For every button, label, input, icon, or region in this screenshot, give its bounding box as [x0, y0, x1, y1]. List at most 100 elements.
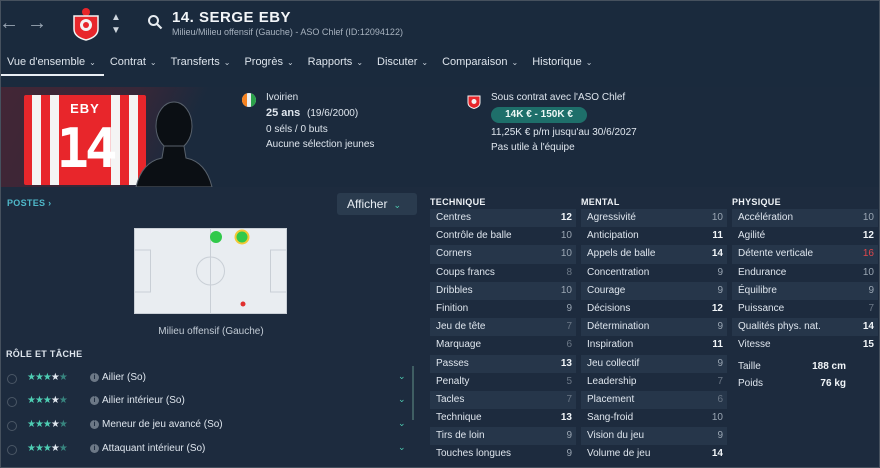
- attribute-name: Touches longues: [436, 448, 512, 460]
- tab-history[interactable]: Historique ⌄: [526, 54, 600, 76]
- age: 25 ans: [266, 107, 301, 119]
- club-crest-icon[interactable]: [71, 7, 101, 41]
- attribute-row[interactable]: Anticipation 11: [581, 227, 727, 246]
- search-icon[interactable]: [147, 14, 163, 30]
- position-marker-inner: [236, 231, 248, 243]
- attribute-value: 6: [717, 393, 723, 405]
- attribute-value: 14: [711, 248, 723, 260]
- role-select-radio[interactable]: [7, 445, 17, 455]
- attribute-name: Contrôle de balle: [436, 230, 512, 242]
- chevron-up-icon[interactable]: ▲: [111, 13, 121, 23]
- attribute-row[interactable]: Finition 9: [430, 299, 576, 319]
- attribute-name: Placement: [587, 393, 635, 405]
- chevron-down-icon[interactable]: ⌄: [398, 394, 406, 405]
- attribute-value: 13: [560, 357, 572, 369]
- value-range-badge[interactable]: 14K € - 150K €: [491, 107, 587, 123]
- tab-discuss[interactable]: Discuter ⌄: [371, 54, 436, 76]
- attribute-value: 12: [711, 302, 723, 314]
- attribute-name: Tirs de loin: [436, 430, 485, 442]
- height-label: Taille: [738, 361, 761, 372]
- chevron-right-icon: ›: [48, 198, 52, 208]
- tab-transfers[interactable]: Transferts ⌄: [165, 54, 239, 76]
- attribute-row[interactable]: Accélération 10: [732, 209, 878, 228]
- attribute-value: 9: [566, 430, 572, 442]
- tab-reports[interactable]: Rapports ⌄: [302, 54, 371, 76]
- roles-scrollbar[interactable]: [412, 366, 414, 420]
- attribute-value: 10: [560, 284, 572, 296]
- role-select-radio[interactable]: [7, 421, 17, 431]
- attribute-row[interactable]: Courage 9: [581, 281, 727, 300]
- attribute-row[interactable]: Détermination 9: [581, 318, 727, 337]
- role-row[interactable]: ★★★★★ i Meneur de jeu avancé (So) ⌄: [1, 417, 413, 437]
- attribute-row[interactable]: Détente verticale 16: [732, 245, 878, 264]
- attribute-value: 7: [566, 393, 572, 405]
- attribute-row[interactable]: Coups francs 8: [430, 263, 576, 282]
- chevron-down-icon: ⌄: [393, 200, 402, 210]
- attribute-name: Tacles: [436, 393, 465, 405]
- attribute-row[interactable]: Appels de balle 14: [581, 245, 727, 264]
- chevron-down-icon: ⌄: [149, 58, 157, 67]
- attribute-row[interactable]: Volume de jeu 14: [581, 445, 727, 464]
- tab-overview[interactable]: Vue d'ensemble ⌄: [1, 54, 104, 76]
- youth-selection: Aucune sélection jeunes: [266, 139, 375, 150]
- height-value: 188 cm: [812, 361, 846, 372]
- player-subtitle: Milieu/Milieu offensif (Gauche) - ASO Ch…: [172, 27, 403, 37]
- role-row[interactable]: ★★★★★ i Attaquant intérieur (So) ⌄: [1, 441, 413, 461]
- info-icon[interactable]: i: [90, 373, 99, 382]
- attribute-row[interactable]: Jeu collectif 9: [581, 354, 727, 373]
- attribute-row[interactable]: Touches longues 9: [430, 445, 576, 464]
- attribute-value: 9: [717, 284, 723, 296]
- role-select-radio[interactable]: [7, 374, 17, 384]
- attribute-name: Passes: [436, 357, 469, 369]
- attribute-row[interactable]: Vitesse 15: [732, 336, 878, 355]
- info-icon[interactable]: i: [90, 444, 99, 453]
- chevron-down-icon: ⌄: [223, 58, 231, 67]
- role-row[interactable]: ★★★★★ i Ailier (So) ⌄: [1, 370, 413, 390]
- attribute-row[interactable]: Qualités phys. nat. 14: [732, 318, 878, 337]
- attribute-row[interactable]: Tirs de loin 9: [430, 427, 576, 446]
- chevron-down-icon[interactable]: ▼: [111, 26, 121, 36]
- chevron-down-icon[interactable]: ⌄: [398, 442, 406, 453]
- chevron-down-icon[interactable]: ⌄: [398, 418, 406, 429]
- attribute-row[interactable]: Tacles 7: [430, 390, 576, 410]
- attribute-row[interactable]: Puissance 7: [732, 299, 878, 319]
- attribute-row[interactable]: Marquage 6: [430, 336, 576, 355]
- attribute-row[interactable]: Dribbles 10: [430, 281, 576, 300]
- attribute-row[interactable]: Contrôle de balle 10: [430, 227, 576, 246]
- chevron-down-icon: ⌄: [511, 58, 519, 67]
- positions-heading[interactable]: POSTES ›: [7, 198, 51, 208]
- attribute-row[interactable]: Vision du jeu 9: [581, 427, 727, 446]
- role-row[interactable]: ★★★★★ i Ailier intérieur (So) ⌄: [1, 393, 413, 413]
- info-icon[interactable]: i: [90, 420, 99, 429]
- info-icon[interactable]: i: [90, 396, 99, 405]
- attribute-row[interactable]: Technique 13: [430, 409, 576, 428]
- technique-rows: Centres 12 Contrôle de balle 10 Corners 10 Cou…: [430, 209, 576, 464]
- tab-comparison[interactable]: Comparaison ⌄: [436, 54, 526, 76]
- show-dropdown[interactable]: Afficher ⌄: [337, 193, 417, 215]
- back-arrow-icon[interactable]: ←: [1, 13, 19, 33]
- birthdate: (19/6/2000): [307, 108, 359, 119]
- attribute-name: Leadership: [587, 375, 637, 387]
- attribute-row[interactable]: Équilibre 9: [732, 281, 878, 300]
- attribute-row[interactable]: Agilité 12: [732, 227, 878, 246]
- attribute-row[interactable]: Inspiration 11: [581, 336, 727, 355]
- attribute-row[interactable]: Agressivité 10: [581, 209, 727, 228]
- attribute-row[interactable]: Sang-froid 10: [581, 409, 727, 428]
- attribute-value: 16: [862, 248, 874, 260]
- attribute-row[interactable]: Concentration 9: [581, 263, 727, 282]
- attribute-row[interactable]: Penalty 5: [430, 372, 576, 391]
- player-title: 14. SERGE EBY: [172, 9, 292, 26]
- attribute-row[interactable]: Centres 12: [430, 209, 576, 228]
- role-select-radio[interactable]: [7, 397, 17, 407]
- chevron-down-icon[interactable]: ⌄: [398, 371, 406, 382]
- attribute-row[interactable]: Passes 13: [430, 354, 576, 373]
- attribute-row[interactable]: Décisions 12: [581, 299, 727, 319]
- forward-arrow-icon[interactable]: →: [27, 13, 47, 33]
- attribute-row[interactable]: Jeu de tête 7: [430, 318, 576, 337]
- attribute-row[interactable]: Endurance 10: [732, 263, 878, 282]
- attribute-row[interactable]: Corners 10: [430, 245, 576, 264]
- tab-contract[interactable]: Contrat ⌄: [104, 54, 165, 76]
- attribute-row[interactable]: Leadership 7: [581, 372, 727, 391]
- attribute-row[interactable]: Placement 6: [581, 390, 727, 410]
- tab-progress[interactable]: Progrès ⌄: [238, 54, 301, 76]
